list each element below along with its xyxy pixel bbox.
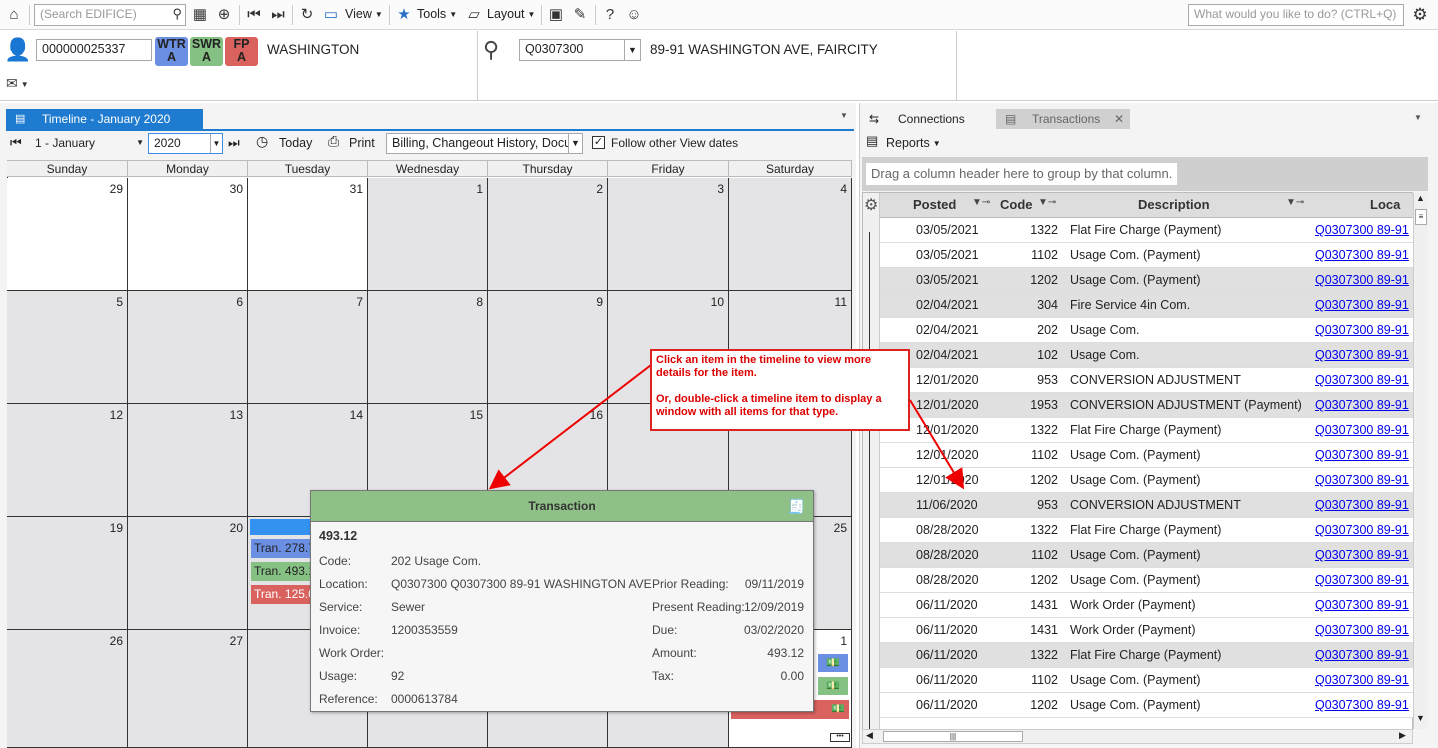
tooltip-field-label: Due: bbox=[652, 623, 678, 637]
tooltip-field-label: Location: bbox=[319, 577, 368, 591]
tooltip-title: Transaction bbox=[528, 499, 596, 513]
tooltip-field-value: 0.00 bbox=[780, 669, 804, 683]
tooltip-field-value: 202 Usage Com. bbox=[391, 554, 482, 568]
tooltip-field-value: Sewer bbox=[391, 600, 426, 614]
tooltip-field-label: Invoice: bbox=[319, 623, 361, 637]
callout-arrow-right bbox=[909, 399, 965, 490]
tooltip-field-label: Service: bbox=[319, 600, 363, 614]
tooltip-field-label: Code: bbox=[319, 554, 352, 568]
callout-line-2: Or, double-click a timeline item to disp… bbox=[656, 393, 882, 418]
tooltip-field-value: 92 bbox=[391, 669, 405, 683]
tooltip-field-label: Tax: bbox=[652, 669, 675, 683]
tooltip-field-value: 03/02/2020 bbox=[743, 623, 804, 637]
receipt-icon: 🧾 bbox=[787, 498, 805, 514]
transaction-tooltip: Transaction 🧾 493.12 Code: 202 Usage Com.… bbox=[310, 490, 814, 712]
tooltip-field-value: Q0307300 Q0307300 89-91 WASHINGTON AVE bbox=[391, 577, 652, 591]
tooltip-field-value: 12/09/2019 bbox=[743, 600, 804, 614]
tooltip-field-value: 0000613784 bbox=[391, 692, 458, 706]
tooltip-field-label: Present Reading: bbox=[652, 600, 745, 614]
tooltip-field-value: 493.12 bbox=[767, 646, 804, 660]
callout-line-1: Click an item in the timeline to view mo… bbox=[656, 354, 872, 379]
tooltip-field-label: Usage: bbox=[319, 669, 358, 683]
tooltip-field-value: 09/11/2019 bbox=[744, 577, 804, 591]
callout-arrow-left bbox=[488, 364, 652, 490]
tooltip-field-label: Prior Reading: bbox=[652, 577, 729, 591]
help-callout: Click an item in the timeline to view mo… bbox=[650, 349, 910, 431]
tooltip-field-label: Reference: bbox=[319, 692, 378, 706]
tooltip-header: Transaction 🧾 bbox=[311, 491, 813, 522]
tooltip-field-label: Amount: bbox=[652, 646, 697, 660]
tooltip-amount-head: 493.12 bbox=[319, 529, 358, 543]
tooltip-field-value: 1200353559 bbox=[391, 623, 458, 637]
tooltip-field-label: Work Order: bbox=[319, 646, 385, 660]
